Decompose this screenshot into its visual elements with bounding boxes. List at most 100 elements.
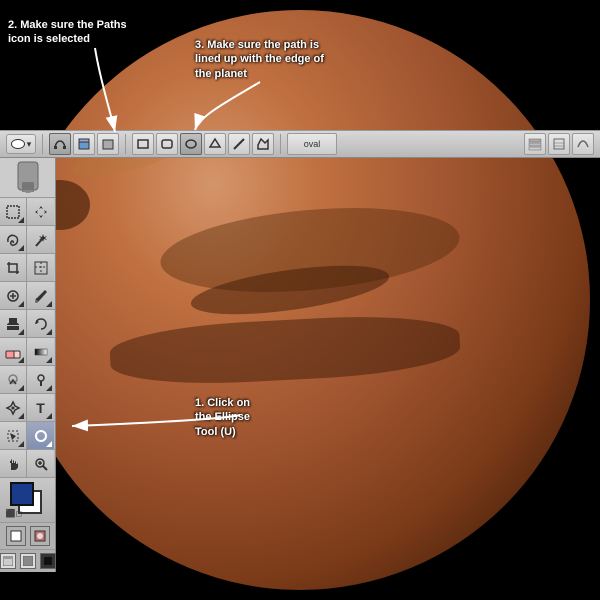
stamp-tool[interactable] [0,310,27,337]
slice-tool[interactable] [27,254,54,281]
annotation-step3-line3: the planet [195,68,247,80]
separator-3 [280,134,281,154]
ellipse-svg [184,137,198,151]
dropdown-arrow: ▾ [27,139,32,150]
full-screen-button[interactable] [40,553,56,569]
mars-planet [10,10,590,590]
toolbox: T [0,158,56,572]
standard-screen-icon [3,556,13,566]
paths-panel-button[interactable] [572,133,594,155]
magic-wand-icon [33,232,49,248]
toolbar-right-group [524,133,594,155]
shape-tool-ellipse[interactable] [27,422,54,449]
line-svg [232,137,246,151]
paths-icon-button[interactable] [49,133,71,155]
crop-icon [5,260,21,276]
annotation-step2-text: 2. Make sure the Paths [8,19,127,31]
tool-row-3 [0,254,55,282]
eraser-tool[interactable] [0,338,27,365]
custom-svg [256,137,270,151]
layers-panel-button[interactable] [524,133,546,155]
quick-mask-button[interactable] [30,526,50,546]
text-tool[interactable]: T [27,394,54,421]
tool-row-8: T [0,394,55,422]
path-select-tool[interactable] [0,422,27,449]
ellipse-option[interactable] [180,133,202,155]
fill-pixels-button[interactable] [97,133,119,155]
magic-wand-tool[interactable] [27,226,54,253]
rectangle-option[interactable] [132,133,154,155]
line-option[interactable] [228,133,250,155]
move-tool[interactable] [27,198,54,225]
brush-icon-area [0,158,55,198]
annotation-step1-line2: the Ellipse [195,411,250,423]
standard-mode-button[interactable] [6,526,26,546]
text-tool-label: T [36,400,45,416]
polygon-option[interactable] [204,133,226,155]
blur-tool[interactable] [0,366,27,393]
crop-tool[interactable] [0,254,27,281]
gradient-tool[interactable] [27,338,54,365]
dodge-tool[interactable] [27,366,54,393]
tool-row-6 [0,338,55,366]
rect-svg [136,137,150,151]
full-screen-menu-button[interactable] [20,553,36,569]
lasso-tool[interactable] [0,226,27,253]
tool-row-2 [0,226,55,254]
annotation-step2-line2: icon is selected [8,33,90,45]
tool-row-1 [0,198,55,226]
paths-panel-svg [576,137,590,151]
zoom-tool[interactable] [27,450,54,477]
oval-shape-icon [11,139,25,149]
standard-screen-button[interactable] [0,553,16,569]
standard-mode-icon [9,529,23,543]
annotation-step1: 1. Click on the Ellipse Tool (U) [195,396,250,439]
move-icon [33,204,49,220]
quick-mask-area [0,523,55,550]
hand-icon [5,456,21,472]
zoom-icon [33,456,49,472]
tool-row-9 [0,422,55,450]
color-swatches: ⬛◻ [0,478,55,523]
annotation-step3-line2: lined up with the edge of [195,53,324,65]
full-screen-icon [43,556,53,566]
mars-background [0,0,600,600]
marquee-tool[interactable] [0,198,27,225]
style-button[interactable]: oval [287,133,337,155]
annotation-step3-line1: 3. Make sure the path is [195,39,319,51]
hand-tool[interactable] [0,450,27,477]
layers-svg [528,137,542,151]
heal-tool[interactable] [0,282,27,309]
annotation-step1-line3: Tool (U) [195,426,236,438]
mode-buttons [49,133,119,155]
channels-button[interactable] [548,133,570,155]
options-toolbar: ▾ [0,130,600,158]
shape-layers-svg [77,137,91,151]
fill-pixels-svg [101,137,115,151]
rounded-rect-svg [160,137,174,151]
pen-tool[interactable] [0,394,27,421]
separator-2 [125,134,126,154]
foreground-color-swatch[interactable] [10,482,34,506]
annotation-step3: 3. Make sure the path is lined up with t… [195,38,324,81]
rounded-rect-option[interactable] [156,133,178,155]
polygon-svg [208,137,222,151]
brush-tool[interactable] [27,282,54,309]
reset-colors-icon[interactable]: ⬛◻ [6,509,23,518]
custom-shape-option[interactable] [252,133,274,155]
shape-tools [132,133,274,155]
full-screen-menu-icon [23,556,33,566]
quick-mask-icon [33,529,47,543]
paths-svg [53,137,67,151]
history-tool[interactable] [27,310,54,337]
channels-svg [552,137,566,151]
slice-icon [33,260,49,276]
annotation-step1-line1: 1. Click on [195,397,250,409]
tool-row-7 [0,366,55,394]
shape-selector[interactable]: ▾ [6,134,36,154]
tool-row-4 [0,282,55,310]
tool-row-5 [0,310,55,338]
shape-layers-button[interactable] [73,133,95,155]
tool-row-10 [0,450,55,478]
style-label: oval [304,139,321,149]
